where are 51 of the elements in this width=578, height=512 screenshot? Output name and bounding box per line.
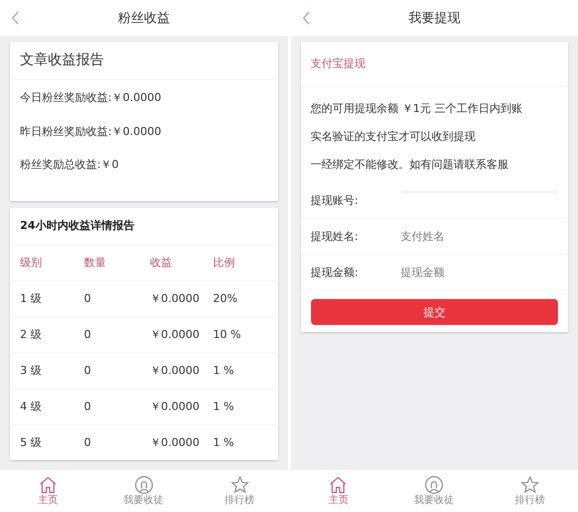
earnings-text: 粉丝奖励总收益:￥0 [19,157,120,173]
table-cell-text: 5 级 [20,434,42,450]
tab-item[interactable]: 我要收徒 [96,470,192,512]
table-cell-text: ￥0.0000 [150,290,200,306]
tab-item[interactable]: 排行榜 [482,470,578,512]
star-icon [520,475,540,495]
field-label: 提现金额: [310,265,360,280]
home-icon [38,475,58,495]
card-title: 24小时内收益详情报告 [10,208,278,244]
table-cell-text: 20% [213,292,238,304]
earnings-text: 昨日粉丝奖励收益:￥0.0000 [19,124,162,140]
table-cell-text: 0 [84,292,92,304]
table-cell-text: 0 [84,364,92,376]
field-label: 提现姓名: [310,229,360,244]
table-cell-text: 3 级 [20,362,42,378]
earnings-text: 今日粉丝奖励收益:￥0.0000 [19,90,162,106]
table-cell-text: 1 级 [20,290,42,306]
page-title: 我要提现 [408,10,460,27]
table-cell-text: 4 级 [20,398,42,414]
note-text: 一经绑定不能修改。如有问题请联系客服 [310,157,510,173]
star-icon [230,475,250,495]
note-text: 您的可用提现余额 ￥1元 三个工作日内到账 [310,101,524,117]
card-title: 支付宝提现 [300,42,568,87]
column-header: 比例 [213,254,236,270]
home-icon [328,475,348,495]
table-cell-text: 0 [84,328,92,340]
field-label: 提现账号: [310,193,360,208]
submit-button[interactable]: 提交 [310,299,558,325]
tab-item[interactable]: 排行榜 [192,470,288,512]
tab-item[interactable]: 我要收徒 [386,470,482,512]
table-cell-text: 10 % [213,328,242,340]
table-cell-text: ￥0.0000 [150,398,200,414]
table-cell-text: 1 % [213,400,235,412]
table-cell-text: ￥0.0000 [150,326,200,342]
user-icon [134,475,154,495]
note-text: 实名验证的支付宝才可以收到提现 [310,129,476,145]
table-cell-text: 1 % [213,364,235,376]
user-icon [424,475,444,495]
page-title: 粉丝收益 [118,10,170,27]
table-cell-text: 2 级 [20,326,42,342]
column-header: 数量 [84,254,107,270]
card-title: 文章收益报告 [10,42,278,80]
tab-item[interactable]: 主页 [290,470,386,512]
column-header: 收益 [150,254,173,270]
table-cell-text: 0 [84,436,92,448]
tab-item[interactable]: 主页 [0,470,96,512]
column-header: 级别 [20,254,43,270]
table-cell-text: ￥0.0000 [150,362,200,378]
table-cell-text: ￥0.0000 [150,434,200,450]
table-cell-text: 0 [84,400,92,412]
table-cell-text: 1 % [213,436,235,448]
